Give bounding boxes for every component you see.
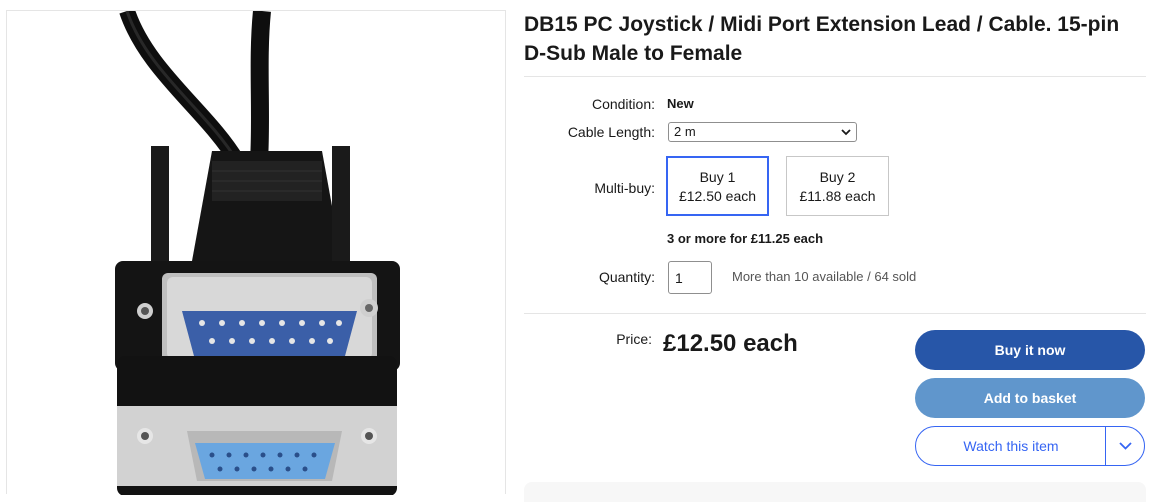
chevron-down-icon: [841, 129, 851, 136]
quantity-input[interactable]: [668, 261, 712, 294]
cable-length-select[interactable]: 2 m: [668, 122, 857, 142]
cable-length-selected-value: 2 m: [674, 124, 696, 139]
listing-title: DB15 PC Joystick / Midi Port Extension L…: [524, 13, 1120, 65]
divider: [524, 76, 1146, 77]
cable-length-label: Cable Length:: [567, 124, 655, 140]
divider: [524, 313, 1146, 314]
quantity-label: Quantity:: [598, 269, 655, 285]
multibuy-note: 3 or more for £11.25 each: [667, 231, 824, 246]
watch-this-item-button[interactable]: Watch this item: [916, 427, 1106, 465]
multibuy-tier-buy-2[interactable]: Buy 2 £11.88 each: [786, 156, 889, 216]
lower-panel: [524, 482, 1146, 502]
tier-quantity: Buy 2: [819, 169, 856, 185]
watch-button-group: Watch this item: [915, 426, 1145, 466]
product-photo[interactable]: [87, 11, 427, 495]
price-value: £12.50 each: [663, 330, 798, 357]
tier-quantity: Buy 1: [699, 169, 736, 185]
price-label: Price:: [616, 331, 652, 347]
tier-price: £12.50 each: [678, 188, 757, 204]
condition-value: New: [667, 96, 694, 111]
multibuy-label: Multi-buy:: [594, 180, 655, 196]
buy-it-now-button[interactable]: Buy it now: [915, 330, 1145, 370]
tier-price: £11.88 each: [799, 188, 876, 204]
chevron-down-icon[interactable]: [1106, 427, 1145, 465]
add-to-basket-button[interactable]: Add to basket: [915, 378, 1145, 418]
product-image-gallery: [6, 10, 506, 495]
availability-text: More than 10 available / 64 sold: [732, 269, 917, 284]
multibuy-tier-buy-1[interactable]: Buy 1 £12.50 each: [666, 156, 769, 216]
condition-label: Condition:: [591, 96, 655, 112]
